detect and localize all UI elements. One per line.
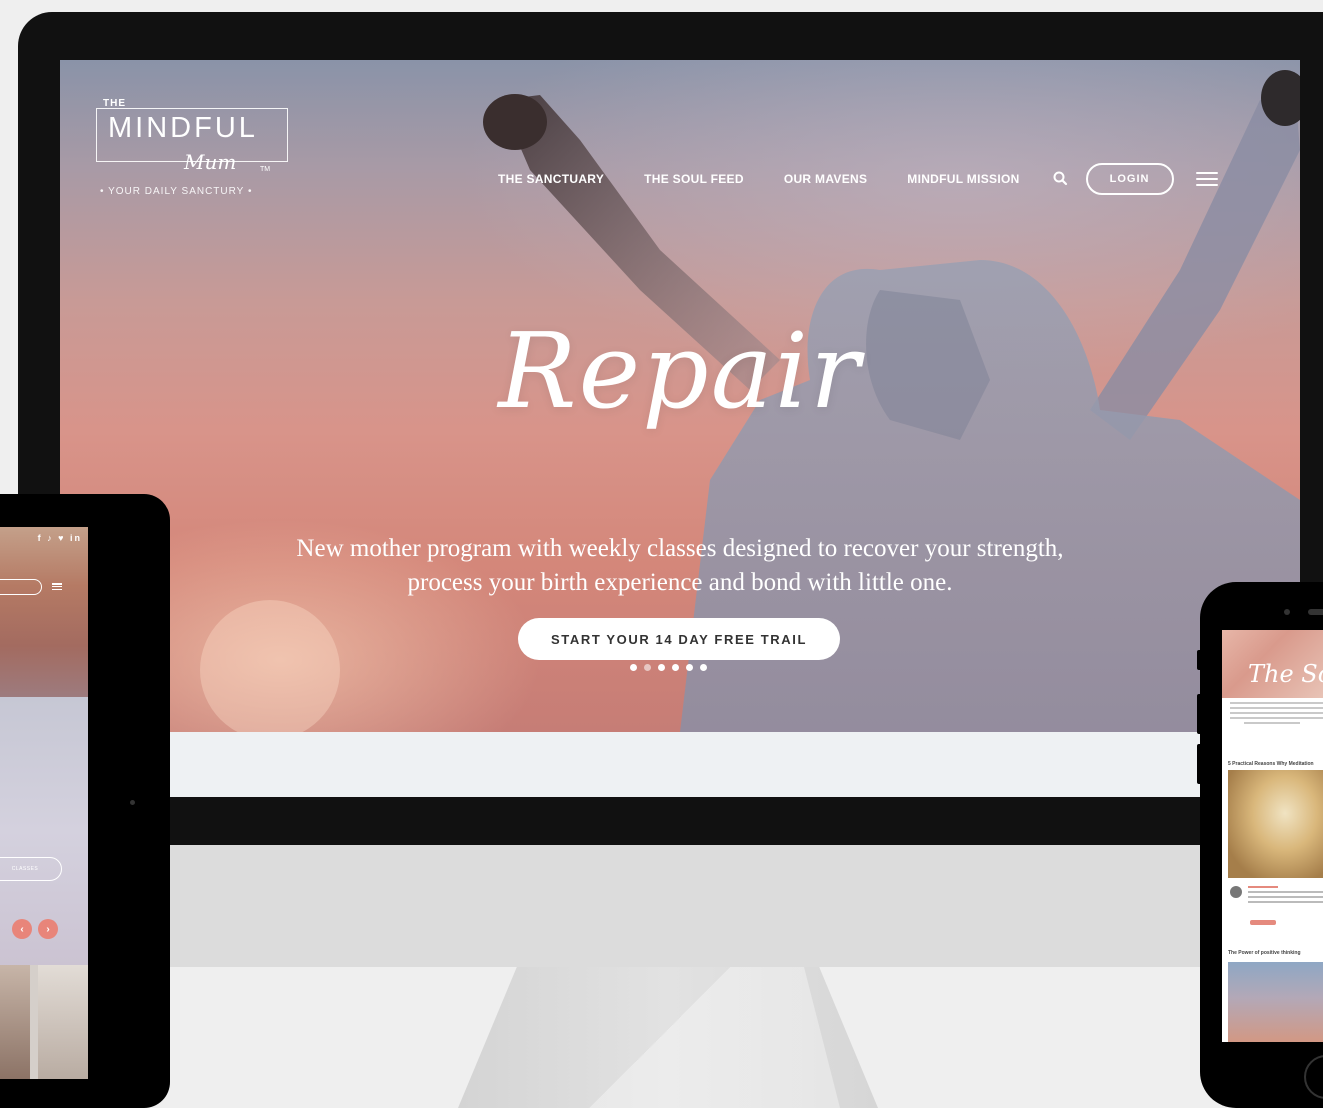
phone-feed-title: The Soul Feed (1248, 660, 1323, 688)
site-logo[interactable]: THE MINDFUL Mum TM • YOUR DAILY SANCTURY… (92, 98, 292, 202)
desktop-screen: THE MINDFUL Mum TM • YOUR DAILY SANCTURY… (60, 60, 1300, 797)
page-content-strip (60, 732, 1300, 797)
phone-speaker (1308, 609, 1323, 615)
start-free-trial-button[interactable]: START YOUR 14 DAY FREE TRAIL (518, 618, 840, 660)
login-button[interactable]: LOGIN (1085, 163, 1174, 195)
hero-subtitle-line-2: process your birth experience and bond w… (407, 569, 953, 596)
logo-mum-script: Mum (184, 150, 237, 174)
slider-dot[interactable] (700, 664, 707, 671)
phone-article-excerpt (1248, 886, 1323, 906)
logo-tagline: • YOUR DAILY SANCTURY • (100, 186, 253, 197)
slider-dot[interactable] (658, 664, 665, 671)
tablet-gallery-photo[interactable] (38, 965, 88, 1079)
hero-subtitle: New mother program with weekly classes d… (210, 532, 1150, 600)
phone-side-button (1197, 694, 1203, 734)
phone-article-title[interactable]: The Power of positive thinking (1228, 950, 1301, 956)
tablet-gallery-photo[interactable] (0, 965, 30, 1079)
tablet-login-pill[interactable] (0, 579, 42, 595)
nav-item-the-sanctuary[interactable]: THE SANCTUARY (498, 172, 604, 186)
nav-item-the-soul-feed[interactable]: THE SOUL FEED (644, 172, 744, 186)
slider-dot[interactable] (644, 664, 651, 671)
phone-intro-text (1230, 702, 1323, 727)
logo-the-text: THE (103, 98, 126, 109)
tablet-social-icons[interactable]: f ♪ ♥ in (38, 533, 82, 543)
slider-pagination (630, 664, 707, 671)
tablet-camera-icon (130, 800, 135, 805)
author-avatar (1230, 886, 1242, 898)
stand-highlight (480, 967, 840, 1108)
slider-dot[interactable] (686, 664, 693, 671)
hamburger-menu-icon[interactable] (1195, 172, 1218, 186)
phone-screen: The Soul Feed 5 Practical Reasons Why Me… (1222, 630, 1323, 1042)
tablet-prev-arrow-icon[interactable]: ‹ (12, 919, 32, 939)
tablet-hero-image (0, 527, 88, 697)
desktop-monitor-chin (18, 845, 1323, 967)
search-icon[interactable] (1046, 164, 1076, 194)
phone-article-title[interactable]: 5 Practical Reasons Why Meditation (1228, 761, 1314, 767)
main-navigation: THE SANCTUARY THE SOUL FEED OUR MAVENS M… (498, 163, 1218, 195)
slider-dot[interactable] (672, 664, 679, 671)
slider-dot[interactable] (630, 664, 637, 671)
phone-article-image[interactable] (1228, 962, 1323, 1042)
phone-camera-icon (1284, 609, 1290, 615)
nav-item-mindful-mission[interactable]: MINDFUL MISSION (907, 172, 1019, 186)
tablet-screen: f ♪ ♥ in CLASSES ‹ › (0, 527, 88, 1079)
phone-side-button (1197, 650, 1203, 670)
logo-mindful-text: MINDFUL (108, 112, 258, 144)
hero-title: Repair (498, 310, 862, 432)
hero-subtitle-line-1: New mother program with weekly classes d… (296, 535, 1064, 562)
phone-side-button (1197, 744, 1203, 784)
nav-item-our-mavens[interactable]: OUR MAVENS (784, 172, 867, 186)
tablet-hamburger-icon[interactable] (52, 583, 62, 590)
phone-article-image[interactable] (1228, 770, 1323, 878)
logo-trademark: TM (260, 166, 271, 173)
tablet-classes-button[interactable]: CLASSES (0, 857, 62, 881)
tablet-next-arrow-icon[interactable]: › (38, 919, 58, 939)
phone-read-more-button[interactable] (1250, 920, 1276, 925)
